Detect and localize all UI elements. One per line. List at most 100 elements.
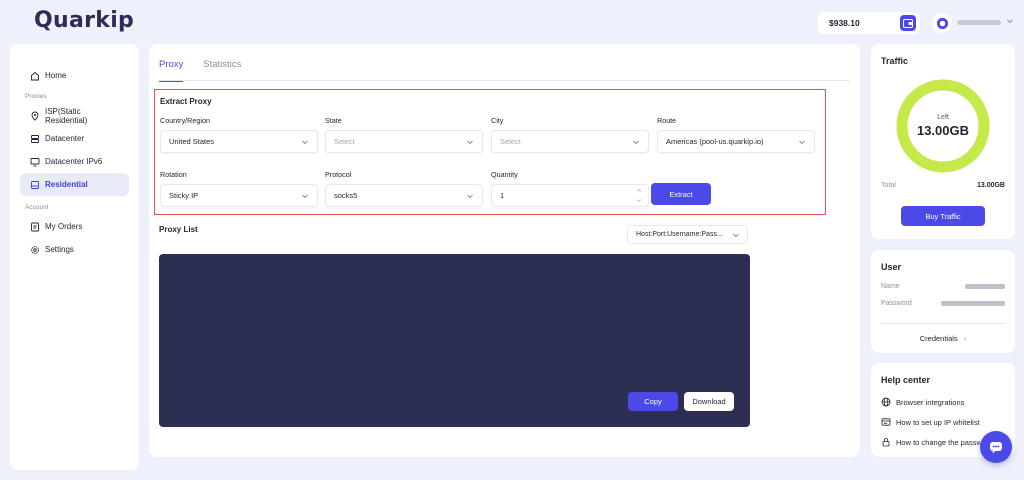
city-placeholder: Select [500,137,521,146]
sidebar-item-label: Settings [45,245,74,254]
support-chat-button[interactable] [980,431,1012,463]
sidebar-item-isp[interactable]: ISP(Static Residential) [20,104,129,127]
traffic-total-value: 13.00GB [976,182,1005,189]
format-select[interactable]: Host:Port:Username:Pass... [627,225,748,244]
copy-button[interactable]: Copy [628,392,678,411]
country-select[interactable]: United States [160,130,318,153]
help-item-label: Browser integrations [896,397,965,407]
tab-proxy[interactable]: Proxy [159,59,184,82]
help-item-browser-integrations[interactable]: Browser integrations [881,397,1013,407]
city-label: City [491,116,504,125]
protocol-label: Protocol [325,170,352,179]
extract-button[interactable]: Extract [651,183,711,205]
rotation-select[interactable]: Sticky IP [160,184,318,207]
sidebar: Home Proxies ISP(Static Residential) Dat… [10,44,139,470]
help-item-label: How to set up IP whitelist [896,417,980,427]
traffic-left-value: 13.00GB [916,123,970,138]
city-select[interactable]: Select [491,130,649,153]
chat-icon [990,442,1002,454]
globe-icon [881,397,891,407]
lock-icon [882,438,890,447]
sidebar-section-account: Account [25,204,49,211]
orders-icon [31,222,39,231]
help-item-ip-whitelist[interactable]: How to set up IP whitelist [881,417,1013,427]
chevron-down-icon [467,140,473,145]
download-button[interactable]: Download [684,392,734,411]
extract-proxy-title: Extract Proxy [160,97,212,106]
chevron-down-icon [636,199,642,203]
location-pin-icon [31,111,39,121]
user-name-redacted [965,284,1005,289]
user-password-label: Password [881,300,912,307]
sidebar-item-label: My Orders [45,222,83,231]
route-select[interactable]: Americas (pool-us.quarkip.io) [657,130,815,153]
country-value: United States [169,137,215,146]
user-name-row: Name [881,283,1005,290]
home-icon [31,71,39,80]
help-title: Help center [881,375,931,385]
rotation-label: Rotation [160,170,187,179]
protocol-select[interactable]: socks5 [325,184,483,207]
chevron-right-icon: › [963,334,967,343]
chevron-down-icon [302,140,308,145]
user-password-redacted [941,301,1005,306]
traffic-title: Traffic [881,56,909,66]
server-icon [31,134,39,143]
traffic-ring: Left 13.00GB [895,78,991,174]
proxy-list-title: Proxy List [159,225,198,234]
chevron-up-icon [636,188,642,192]
username-redacted[interactable] [957,20,1001,25]
chevron-down-icon [467,194,473,199]
quantity-label: Quantity [491,170,518,179]
traffic-left-label: Left [937,114,949,121]
sidebar-item-datacenter-ipv6[interactable]: Datacenter IPv6 [20,150,129,173]
residential-icon [31,180,39,189]
sidebar-item-label: ISP(Static Residential) [45,106,88,125]
sidebar-item-residential[interactable]: Residential [20,173,129,196]
quantity-stepper[interactable]: 1 [491,184,649,207]
chevron-down-icon [799,140,805,145]
extract-proxy-section: Extract Proxy Country/Region United Stat… [154,89,826,215]
logo-text: uarkip [53,8,135,33]
route-value: Americas (pool-us.quarkip.io) [666,137,764,146]
tab-statistics[interactable]: Statistics [203,59,241,82]
stepper-arrows[interactable] [636,188,642,203]
traffic-total-row: Total 13.00GB [881,182,1005,189]
traffic-card: Traffic Left 13.00GB Total 13.00GB Buy T… [871,44,1015,239]
state-select[interactable]: Select [325,130,483,153]
sidebar-item-label: Datacenter IPv6 [45,157,103,166]
route-label: Route [657,116,677,125]
logo-letter: Q [34,8,54,33]
user-password-row: Password [881,300,1005,307]
wallet-button[interactable] [900,15,916,31]
user-card: User Name Password Credentials › [871,250,1015,353]
chevron-down-icon [633,140,639,145]
sidebar-item-my-orders[interactable]: My Orders [20,215,129,238]
tab-bar: Proxy Statistics [159,59,241,82]
sidebar-section-proxies: Proxies [25,93,47,100]
chevron-down-icon[interactable] [1006,17,1014,25]
rotation-value: Sticky IP [169,191,199,200]
chevron-down-icon [733,233,739,238]
help-item-label: How to change the password [896,437,993,447]
list-card-icon [881,418,891,426]
sidebar-item-label: Datacenter [45,134,85,143]
format-value: Host:Port:Username:Pass... [636,231,723,238]
monitor-icon [30,157,40,166]
credentials-label: Credentials [919,334,958,343]
quarkip-logo[interactable]: Quarkip [34,8,134,33]
avatar[interactable] [932,13,952,33]
sidebar-item-datacenter[interactable]: Datacenter [20,127,129,150]
buy-traffic-button[interactable]: Buy Traffic [901,206,985,226]
user-title: User [881,262,902,272]
credentials-link[interactable]: Credentials › [871,334,1015,343]
balance-display: $938.10 [818,12,920,34]
protocol-value: socks5 [334,191,358,200]
user-name-label: Name [881,283,900,290]
main-panel: Proxy Statistics Extract Proxy Country/R… [149,44,860,457]
gear-icon [31,245,39,254]
state-placeholder: Select [334,137,355,146]
sidebar-item-settings[interactable]: Settings [20,238,129,261]
sidebar-item-home[interactable]: Home [20,64,129,87]
state-label: State [325,116,342,125]
